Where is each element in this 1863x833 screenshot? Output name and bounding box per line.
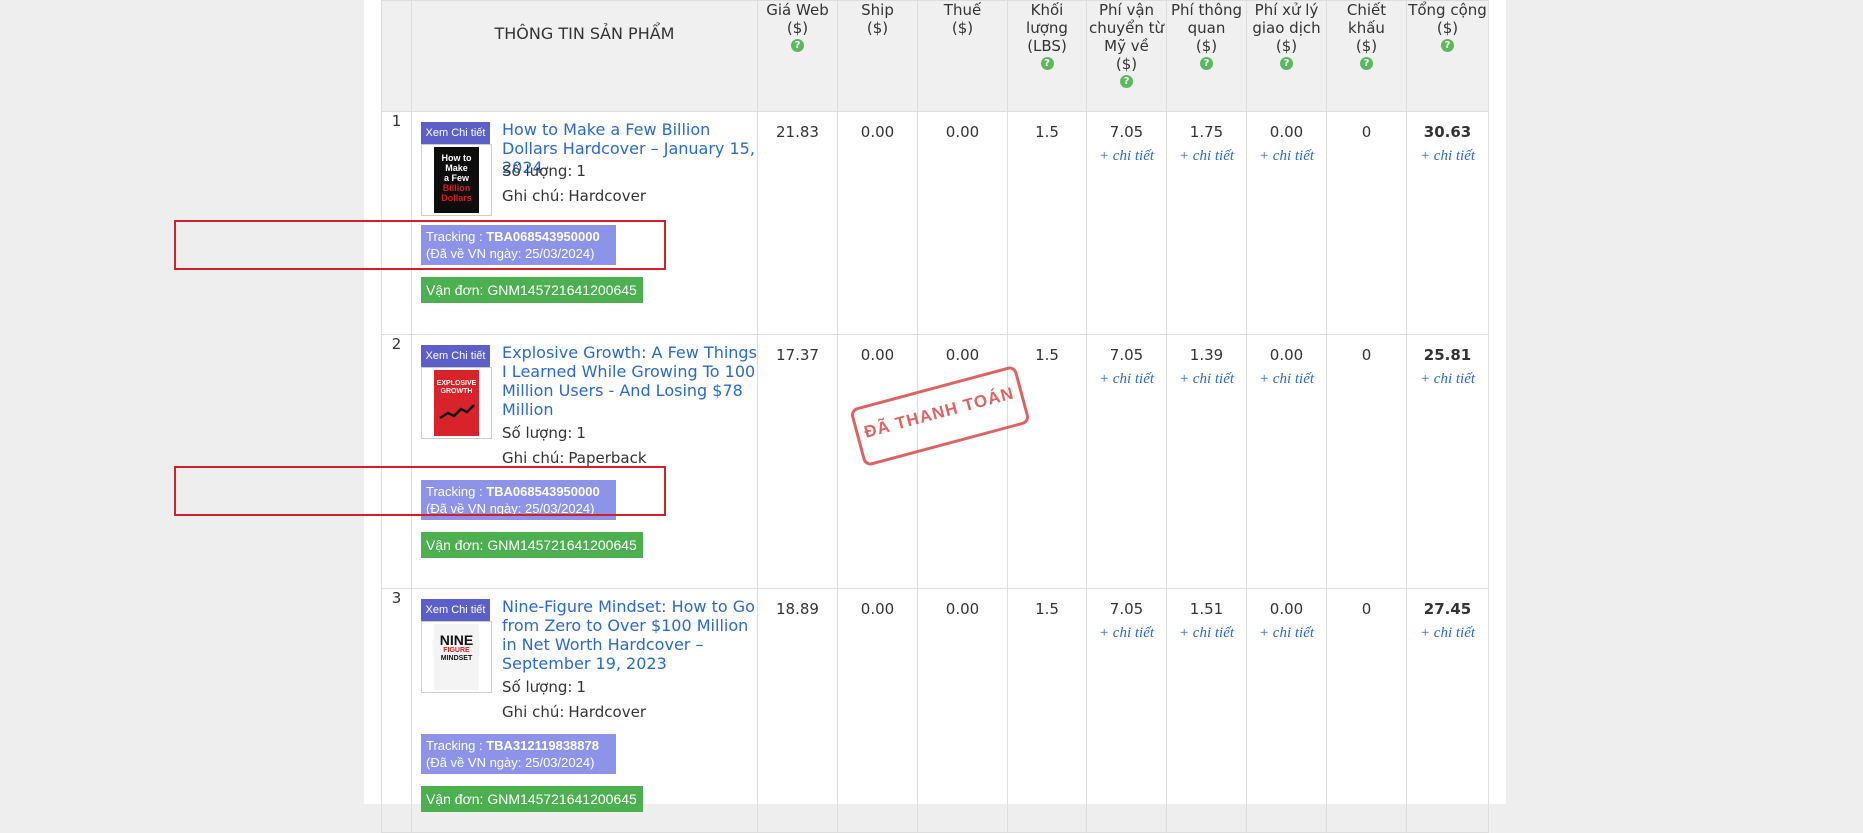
web-price-cell: 17.37 xyxy=(757,334,838,589)
row-index: 2 xyxy=(381,334,412,589)
ship-cell: 0.00 xyxy=(837,588,918,833)
waybill-badge: Vận đơn: GNM145721641200645 xyxy=(421,277,643,303)
header-processing: Phí xử lý giao dịch ($) ? xyxy=(1246,0,1327,112)
weight-cell: 1.5 xyxy=(1007,588,1087,833)
tax-cell: 0.00 xyxy=(917,588,1008,833)
book-cover-image[interactable]: How to Make a Few Billion Dollars xyxy=(421,144,492,216)
web-price-cell: 18.89 xyxy=(757,588,838,833)
header-web-price: Giá Web ($) ? xyxy=(757,0,838,112)
more-detail-link[interactable]: + chi tiết xyxy=(1407,367,1488,391)
more-detail-link[interactable]: + chi tiết xyxy=(1407,144,1488,168)
header-index xyxy=(381,0,412,112)
total-cell: 27.45 + chi tiết xyxy=(1406,588,1489,833)
tax-cell: 0.00 xyxy=(917,111,1008,335)
discount-cell: 0 xyxy=(1326,588,1407,833)
more-detail-link[interactable]: + chi tiết xyxy=(1167,367,1246,391)
header-ship: Ship ($) xyxy=(837,0,918,112)
waybill-badge: Vận đơn: GNM145721641200645 xyxy=(421,786,643,812)
table-header-row: THÔNG TIN SẢN PHẨM Giá Web ($) ? Ship ($) … xyxy=(381,0,1489,112)
web-price-cell: 21.83 xyxy=(757,111,838,335)
quantity-line: Số lượng: 1 xyxy=(502,162,586,180)
customs-cell: 1.39 + chi tiết xyxy=(1166,334,1247,589)
more-detail-link[interactable]: + chi tiết xyxy=(1167,621,1246,645)
ship-cell: 0.00 xyxy=(837,111,918,335)
help-icon[interactable]: ? xyxy=(1200,57,1213,70)
us-shipping-cell: 7.05 + chi tiết xyxy=(1086,334,1167,589)
product-info-cell: Xem Chi tiết NINE FIGURE MINDSET Nine-Fi… xyxy=(411,588,758,833)
view-detail-button[interactable]: Xem Chi tiết xyxy=(421,122,490,144)
tracking-badge: Tracking : TBA312119838878 (Đã về VN ngà… xyxy=(421,734,616,774)
help-icon[interactable]: ? xyxy=(1441,39,1454,52)
book-cover-image[interactable]: NINE FIGURE MINDSET xyxy=(421,621,492,693)
table-row: 2 Xem Chi tiết EXPLOSIVE GROWTH Explosiv… xyxy=(381,334,1489,589)
view-detail-button[interactable]: Xem Chi tiết xyxy=(421,345,490,367)
help-icon[interactable]: ? xyxy=(1360,57,1373,70)
table-row: 3 Xem Chi tiết NINE FIGURE MINDSET Nine-… xyxy=(381,588,1489,833)
help-icon[interactable]: ? xyxy=(1120,75,1133,88)
more-detail-link[interactable]: + chi tiết xyxy=(1087,144,1166,168)
header-product-info: THÔNG TIN SẢN PHẨM xyxy=(411,0,758,112)
header-discount: Chiết khấu ($) ? xyxy=(1326,0,1407,112)
processing-cell: 0.00 + chi tiết xyxy=(1246,334,1327,589)
more-detail-link[interactable]: + chi tiết xyxy=(1407,621,1488,645)
help-icon[interactable]: ? xyxy=(791,39,804,52)
view-detail-button[interactable]: Xem Chi tiết xyxy=(421,599,490,621)
note-line: Ghi chú: Paperback xyxy=(502,449,647,467)
header-customs: Phí thông quan ($) ? xyxy=(1166,0,1247,112)
customs-cell: 1.75 + chi tiết xyxy=(1166,111,1247,335)
row-index: 3 xyxy=(381,588,412,833)
more-detail-link[interactable]: + chi tiết xyxy=(1087,621,1166,645)
product-title-link[interactable]: Explosive Growth: A Few Things I Learned… xyxy=(502,343,762,419)
header-total: Tổng cộng ($) ? xyxy=(1406,0,1489,112)
note-line: Ghi chú: Hardcover xyxy=(502,187,646,205)
product-info-cell: Xem Chi tiết EXPLOSIVE GROWTH Explosive … xyxy=(411,334,758,589)
product-info-cell: Xem Chi tiết How to Make a Few Billion D… xyxy=(411,111,758,335)
discount-cell: 0 xyxy=(1326,334,1407,589)
processing-cell: 0.00 + chi tiết xyxy=(1246,588,1327,833)
table-row: 1 Xem Chi tiết How to Make a Few Billion… xyxy=(381,111,1489,335)
note-line: Ghi chú: Hardcover xyxy=(502,703,646,721)
more-detail-link[interactable]: + chi tiết xyxy=(1247,144,1326,168)
header-tax: Thuế ($) xyxy=(917,0,1008,112)
processing-cell: 0.00 + chi tiết xyxy=(1246,111,1327,335)
total-cell: 25.81 + chi tiết xyxy=(1406,334,1489,589)
more-detail-link[interactable]: + chi tiết xyxy=(1167,144,1246,168)
product-title-link[interactable]: Nine-Figure Mindset: How to Go from Zero… xyxy=(502,597,762,673)
weight-cell: 1.5 xyxy=(1007,334,1087,589)
help-icon[interactable]: ? xyxy=(1280,57,1293,70)
row-index: 1 xyxy=(381,111,412,335)
more-detail-link[interactable]: + chi tiết xyxy=(1247,621,1326,645)
help-icon[interactable]: ? xyxy=(1040,57,1054,70)
tracking-badge: Tracking : TBA068543950000 (Đã về VN ngà… xyxy=(421,480,616,520)
tracking-badge: Tracking : TBA068543950000 (Đã về VN ngà… xyxy=(421,225,616,265)
discount-cell: 0 xyxy=(1326,111,1407,335)
more-detail-link[interactable]: + chi tiết xyxy=(1247,367,1326,391)
us-shipping-cell: 7.05 + chi tiết xyxy=(1086,111,1167,335)
chart-graphic xyxy=(438,404,475,420)
quantity-line: Số lượng: 1 xyxy=(502,678,586,696)
waybill-badge: Vận đơn: GNM145721641200645 xyxy=(421,532,643,558)
total-cell: 30.63 + chi tiết xyxy=(1406,111,1489,335)
quantity-line: Số lượng: 1 xyxy=(502,424,586,442)
header-weight: Khối lượng (LBS) ? xyxy=(1007,0,1087,112)
more-detail-link[interactable]: + chi tiết xyxy=(1087,367,1166,391)
customs-cell: 1.51 + chi tiết xyxy=(1166,588,1247,833)
book-cover-image[interactable]: EXPLOSIVE GROWTH xyxy=(421,367,492,439)
us-shipping-cell: 7.05 + chi tiết xyxy=(1086,588,1167,833)
header-us-shipping: Phí vận chuyển từ Mỹ về ($) ? xyxy=(1086,0,1167,112)
weight-cell: 1.5 xyxy=(1007,111,1087,335)
